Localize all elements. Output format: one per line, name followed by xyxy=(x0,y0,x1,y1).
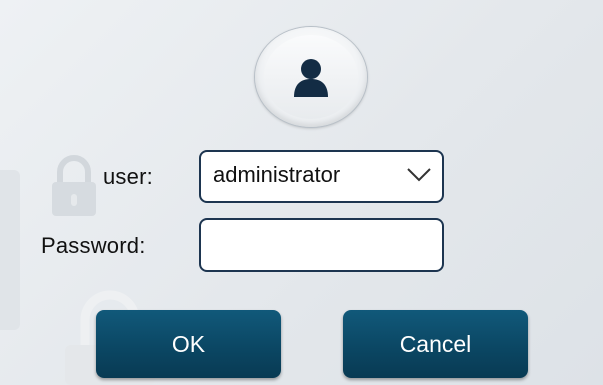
password-label: Password: xyxy=(41,233,146,258)
password-field[interactable] xyxy=(199,218,444,272)
cancel-button[interactable]: Cancel xyxy=(343,310,528,378)
user-dropdown[interactable]: administrator xyxy=(199,150,444,203)
user-label: user: xyxy=(103,164,153,189)
background-padlock-icon xyxy=(0,170,20,330)
user-dropdown-value: administrator xyxy=(213,162,341,187)
ok-button[interactable]: OK xyxy=(96,310,281,378)
user-icon xyxy=(294,59,328,97)
avatar xyxy=(255,27,367,127)
avatar-inner xyxy=(264,35,358,119)
chevron-down-icon xyxy=(407,168,431,182)
background-padlock-icon xyxy=(52,155,96,216)
